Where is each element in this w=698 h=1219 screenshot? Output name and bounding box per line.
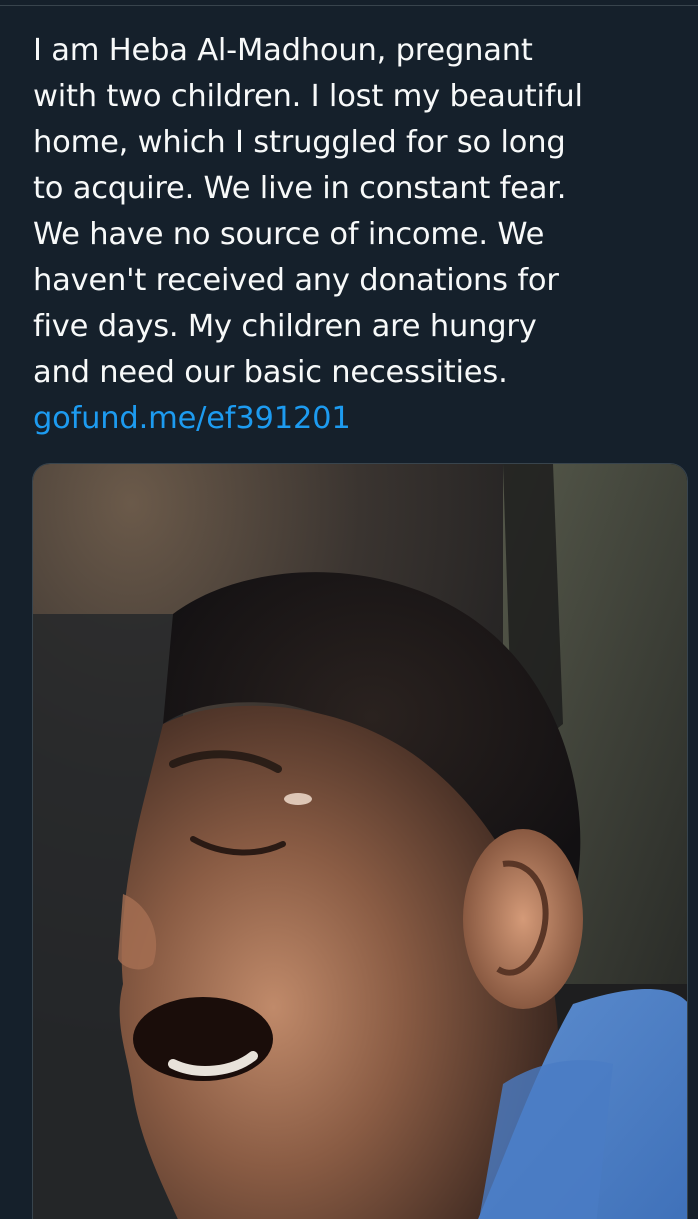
tweet-text-line: We have no source of income. We <box>33 217 545 252</box>
photo-child-crying <box>33 464 687 1219</box>
tweet-text-line: to acquire. We live in constant fear. <box>33 171 567 206</box>
tweet-text-line: I am Heba Al-Madhoun, pregnant <box>33 33 533 68</box>
tweet-text-line: and need our basic necessities. <box>33 355 508 390</box>
tweet-text-line: haven't received any donations for <box>33 263 559 298</box>
tweet-text: I am Heba Al-Madhoun, pregnant with two … <box>33 28 683 442</box>
tweet-photo[interactable] <box>32 463 688 1219</box>
tweet-view: I am Heba Al-Madhoun, pregnant with two … <box>0 0 698 1219</box>
gofundme-link[interactable]: gofund.me/ef391201 <box>33 396 683 442</box>
tweet-text-line: five days. My children are hungry <box>33 309 537 344</box>
top-divider <box>0 0 698 6</box>
tweet-text-line: home, which I struggled for so long <box>33 125 566 160</box>
tweet-text-line: with two children. I lost my beautiful <box>33 79 583 114</box>
